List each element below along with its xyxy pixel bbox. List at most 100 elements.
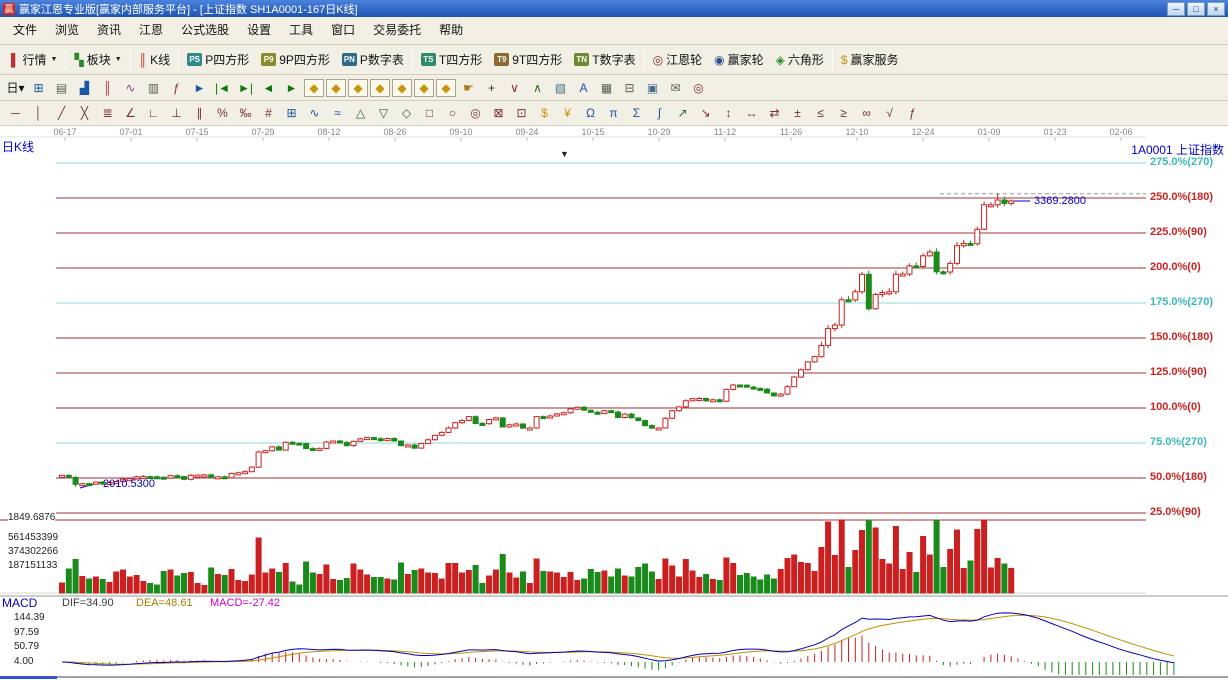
- formula-icon[interactable]: ƒ: [165, 78, 188, 98]
- gann-tool-5-icon[interactable]: ◆: [392, 79, 412, 97]
- prev-bar-icon[interactable]: ◄: [257, 78, 280, 98]
- menu-item-formula-screener[interactable]: 公式选股: [172, 17, 238, 44]
- gann-tool-7-icon[interactable]: ◆: [436, 79, 456, 97]
- gann-tool-1-icon[interactable]: ◆: [304, 79, 324, 97]
- permille-tool[interactable]: ‰: [234, 103, 257, 123]
- angle-tool[interactable]: ∠: [119, 103, 142, 123]
- data-table-icon[interactable]: ⊟: [618, 78, 641, 98]
- diagonal-line-tool[interactable]: ╱: [50, 103, 73, 123]
- wave-tool[interactable]: ∿: [303, 103, 326, 123]
- arrow-up-right-tool[interactable]: ↗: [671, 103, 694, 123]
- arrow-leftright-tool[interactable]: ↔: [740, 103, 763, 123]
- last-bar-icon[interactable]: ►|: [234, 78, 257, 98]
- integral-tool[interactable]: ∫: [648, 103, 671, 123]
- diamond-tool[interactable]: ◇: [395, 103, 418, 123]
- kline-button[interactable]: ║K线: [133, 49, 177, 70]
- parallel-lines-tool[interactable]: ∥: [188, 103, 211, 123]
- horizontal-line-tool[interactable]: ─: [4, 103, 27, 123]
- menu-item-tools[interactable]: 工具: [280, 17, 322, 44]
- gann-tool-4-icon[interactable]: ◆: [370, 79, 390, 97]
- menu-item-file[interactable]: 文件: [4, 17, 46, 44]
- menu-item-settings[interactable]: 设置: [238, 17, 280, 44]
- pi-tool[interactable]: π: [602, 103, 625, 123]
- right-angle-tool[interactable]: ∟: [142, 103, 165, 123]
- box-dot-tool[interactable]: ⊡: [510, 103, 533, 123]
- menu-item-window[interactable]: 窗口: [322, 17, 364, 44]
- mail-icon[interactable]: ✉: [664, 78, 687, 98]
- bar-chart-icon[interactable]: ▟: [73, 78, 96, 98]
- candle-chart-icon[interactable]: ║: [96, 78, 119, 98]
- nine-t-square-button[interactable]: T99T四方形: [488, 49, 568, 70]
- nine-p-square-button[interactable]: P99P四方形: [255, 49, 336, 70]
- window-grid-icon[interactable]: ⊞: [27, 78, 50, 98]
- candle-body: [724, 389, 729, 401]
- less-equal-tool[interactable]: ≤: [809, 103, 832, 123]
- root-tool[interactable]: √: [878, 103, 901, 123]
- first-bar-icon[interactable]: |◄: [211, 78, 234, 98]
- box-x-tool[interactable]: ⊠: [487, 103, 510, 123]
- swap-tool[interactable]: ⇄: [763, 103, 786, 123]
- close-button[interactable]: ×: [1207, 2, 1225, 16]
- hexagon-button[interactable]: ◈六角形: [770, 49, 830, 70]
- square-grid-tool[interactable]: ⊞: [280, 103, 303, 123]
- greater-equal-tool[interactable]: ≥: [832, 103, 855, 123]
- circle-tool[interactable]: ○: [441, 103, 464, 123]
- t-square-button[interactable]: TST四方形: [415, 49, 488, 70]
- next-bar-icon[interactable]: ►: [280, 78, 303, 98]
- menu-item-news[interactable]: 资讯: [88, 17, 130, 44]
- yuan-tool[interactable]: ¥: [556, 103, 579, 123]
- winner-service-button[interactable]: $赢家服务: [835, 49, 905, 70]
- quote-page-icon[interactable]: ▤: [50, 78, 73, 98]
- quotes-button[interactable]: ▌行情▼: [5, 49, 63, 70]
- plus-minus-tool[interactable]: ±: [786, 103, 809, 123]
- minimize-button[interactable]: ─: [1167, 2, 1185, 16]
- menu-item-gann[interactable]: 江恩: [130, 17, 172, 44]
- annotation-letter-icon[interactable]: A: [572, 78, 595, 98]
- arrow-updown-tool[interactable]: ↕: [717, 103, 740, 123]
- zigzag-down-icon[interactable]: ∨: [503, 78, 526, 98]
- triangle-down-tool[interactable]: ▽: [372, 103, 395, 123]
- gann-tool-3-icon[interactable]: ◆: [348, 79, 368, 97]
- sigma-tool[interactable]: Σ: [625, 103, 648, 123]
- target-tool[interactable]: ◎: [464, 103, 487, 123]
- gann-fan-tool[interactable]: ≣: [96, 103, 119, 123]
- gann-wheel-button[interactable]: ◎江恩轮: [647, 49, 709, 70]
- nine-t-square-badge-icon: T9: [494, 53, 509, 66]
- grid-tool[interactable]: #: [257, 103, 280, 123]
- omega-tool[interactable]: Ω: [579, 103, 602, 123]
- hand-tool-icon[interactable]: ☛: [457, 78, 480, 98]
- wheel-small-icon[interactable]: ◎: [687, 78, 710, 98]
- triangle-up-tool[interactable]: △: [349, 103, 372, 123]
- p-number-table-button[interactable]: PNP数字表: [336, 49, 410, 70]
- info-page-icon[interactable]: ▥: [142, 78, 165, 98]
- sectors-button[interactable]: ▚板块▼: [68, 49, 127, 70]
- percent-tool[interactable]: %: [211, 103, 234, 123]
- menu-item-trade-order[interactable]: 交易委托: [364, 17, 430, 44]
- maximize-button[interactable]: □: [1187, 2, 1205, 16]
- scrollbar-thumb[interactable]: [0, 676, 57, 679]
- approx-tool[interactable]: ≈: [326, 103, 349, 123]
- period-day-selector[interactable]: 日▾: [4, 78, 27, 98]
- vertical-line-tool[interactable]: │: [27, 103, 50, 123]
- cross-line-tool[interactable]: ╳: [73, 103, 96, 123]
- menu-item-browse[interactable]: 浏览: [46, 17, 88, 44]
- gann-tool-6-icon[interactable]: ◆: [414, 79, 434, 97]
- p-square-button[interactable]: PSP四方形: [181, 49, 255, 70]
- function-tool[interactable]: ƒ: [901, 103, 924, 123]
- infinity-tool[interactable]: ∞: [855, 103, 878, 123]
- arrow-down-right-tool[interactable]: ↘: [694, 103, 717, 123]
- winner-wheel-button[interactable]: ◉赢家轮: [708, 49, 770, 70]
- menu-item-help[interactable]: 帮助: [430, 17, 472, 44]
- crosshair-tool-icon[interactable]: +: [480, 78, 503, 98]
- zigzag-up-icon[interactable]: ∧: [526, 78, 549, 98]
- square-tool[interactable]: □: [418, 103, 441, 123]
- band-icon[interactable]: ▧: [549, 78, 572, 98]
- perpendicular-tool[interactable]: ⊥: [165, 103, 188, 123]
- flag-run-icon[interactable]: ►: [188, 78, 211, 98]
- t-number-table-button[interactable]: TNT数字表: [568, 49, 641, 70]
- trend-line-icon[interactable]: ∿: [119, 78, 142, 98]
- save-image-icon[interactable]: ▣: [641, 78, 664, 98]
- dollar-tool[interactable]: $: [533, 103, 556, 123]
- gann-tool-2-icon[interactable]: ◆: [326, 79, 346, 97]
- calendar-grid-icon[interactable]: ▦: [595, 78, 618, 98]
